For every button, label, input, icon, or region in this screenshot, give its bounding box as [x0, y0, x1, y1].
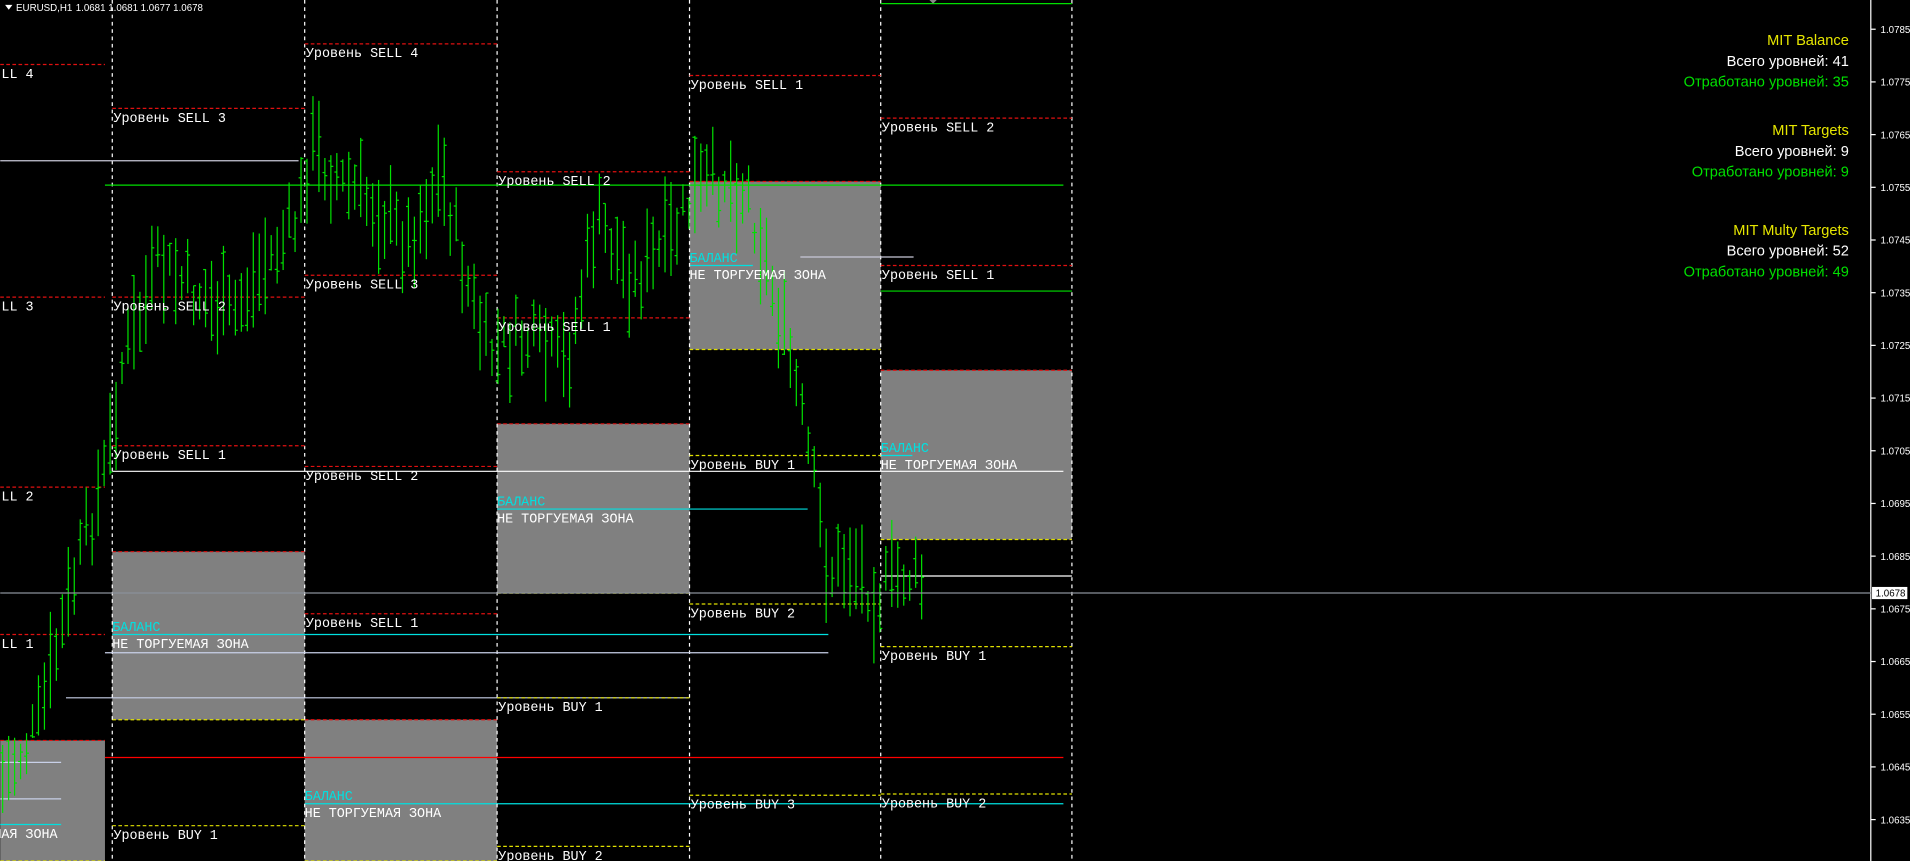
axis-tick-label: 1.0705: [1881, 446, 1910, 457]
level-label: LL 1: [1, 638, 33, 653]
balance-label: БАЛАНС: [112, 621, 160, 636]
no-trade-zone: [0, 740, 105, 861]
axis-tick-label: 1.0745: [1881, 236, 1910, 247]
balance-label: БАЛАНС: [690, 252, 738, 267]
no-trade-label: НЕ ТОРГУЕМАЯ ЗОНА: [881, 459, 1018, 474]
panel-title: MIT Multy Targets: [1733, 223, 1849, 239]
axis-tick-label: 1.0725: [1881, 341, 1910, 352]
level-label: Уровень BUY 1: [691, 459, 795, 474]
axis-tick-label: 1.0735: [1881, 288, 1910, 299]
axis-tick-label: 1.0665: [1881, 657, 1910, 668]
level-label: Уровень BUY 1: [498, 701, 602, 716]
axis-tick-label: 1.0675: [1881, 604, 1910, 615]
level-label: Уровень SELL 1: [691, 79, 803, 94]
level-label: Уровень SELL 4: [306, 47, 418, 62]
panel-done: Отработано уровней: 9: [1692, 165, 1849, 181]
no-trade-label: НЕ ТОРГУЕМАЯ ЗОНА: [690, 269, 827, 284]
balance-label: БАЛАНС: [881, 442, 929, 457]
panel-total: Всего уровней: 52: [1727, 244, 1849, 260]
level-label: Уровень SELL 1: [306, 617, 418, 632]
level-label: Уровень BUY 3: [691, 799, 795, 814]
axis-tick-label: 1.0645: [1881, 763, 1910, 774]
symbol-label: EURUSD,H1: [16, 3, 72, 14]
level-label: Уровень BUY 1: [113, 829, 217, 844]
level-label: Уровень SELL 2: [498, 175, 610, 190]
panel-total: Всего уровней: 9: [1735, 144, 1849, 160]
no-trade-label: НЕ ТОРГУЕМАЯ ЗОНА: [0, 828, 58, 843]
balance-label: БАЛАНС: [497, 495, 545, 510]
level-label: Уровень SELL 1: [113, 449, 225, 464]
axis-tick-label: 1.0695: [1881, 499, 1910, 510]
chart-header[interactable]: EURUSD,H1 1.0681 1.0681 1.0677 1.0678: [5, 3, 203, 14]
balance-label: БАЛАНС: [305, 790, 353, 805]
level-label: Уровень BUY 2: [691, 607, 795, 622]
level-label: Уровень SELL 2: [113, 301, 225, 316]
price-chart[interactable]: БАЛАНС НЕ ТОРГУЕМАЯ ЗОНА БАЛАНС НЕ ТОРГУЕМА…: [0, 0, 1910, 861]
axis-tick-label: 1.0635: [1881, 815, 1910, 826]
level-label: Уровень BUY 2: [882, 797, 986, 812]
axis-tick-label: 1.0765: [1881, 130, 1910, 141]
panel-done: Отработано уровней: 35: [1684, 74, 1849, 90]
level-label: Уровень SELL 2: [882, 122, 994, 137]
level-label: Уровень SELL 1: [882, 269, 994, 284]
level-label: LL 2: [1, 491, 33, 506]
axis-tick-label: 1.0715: [1881, 394, 1910, 405]
current-price-label: 1.0678: [1876, 589, 1906, 600]
axis-tick-label: 1.0685: [1881, 552, 1910, 563]
no-trade-label: НЕ ТОРГУЕМАЯ ЗОНА: [305, 807, 442, 822]
no-trade-label: НЕ ТОРГУЕМАЯ ЗОНА: [112, 638, 249, 653]
panel-total: Всего уровней: 41: [1727, 54, 1849, 70]
axis-tick-label: 1.0655: [1881, 710, 1910, 721]
level-label: Уровень SELL 2: [306, 470, 418, 485]
axis-tick-label: 1.0785: [1881, 25, 1910, 36]
level-label: LL 3: [1, 301, 33, 316]
level-label: Уровень BUY 1: [882, 650, 986, 665]
level-label: Уровень SELL 1: [498, 321, 610, 336]
ohlc-values: 1.0681 1.0681 1.0677 1.0678: [76, 3, 203, 14]
level-label: Уровень SELL 3: [306, 279, 418, 294]
level-label: Уровень BUY 2: [498, 850, 602, 861]
axis-tick-label: 1.0755: [1881, 183, 1910, 194]
panel-title: MIT Targets: [1772, 123, 1849, 139]
panel-title: MIT Balance: [1767, 33, 1849, 49]
no-trade-label: НЕ ТОРГУЕМАЯ ЗОНА: [497, 512, 634, 527]
panel-done: Отработано уровней: 49: [1684, 264, 1849, 280]
level-label: Уровень SELL 3: [113, 112, 225, 127]
level-label: LL 4: [1, 68, 33, 83]
axis-tick-label: 1.0775: [1881, 78, 1910, 89]
